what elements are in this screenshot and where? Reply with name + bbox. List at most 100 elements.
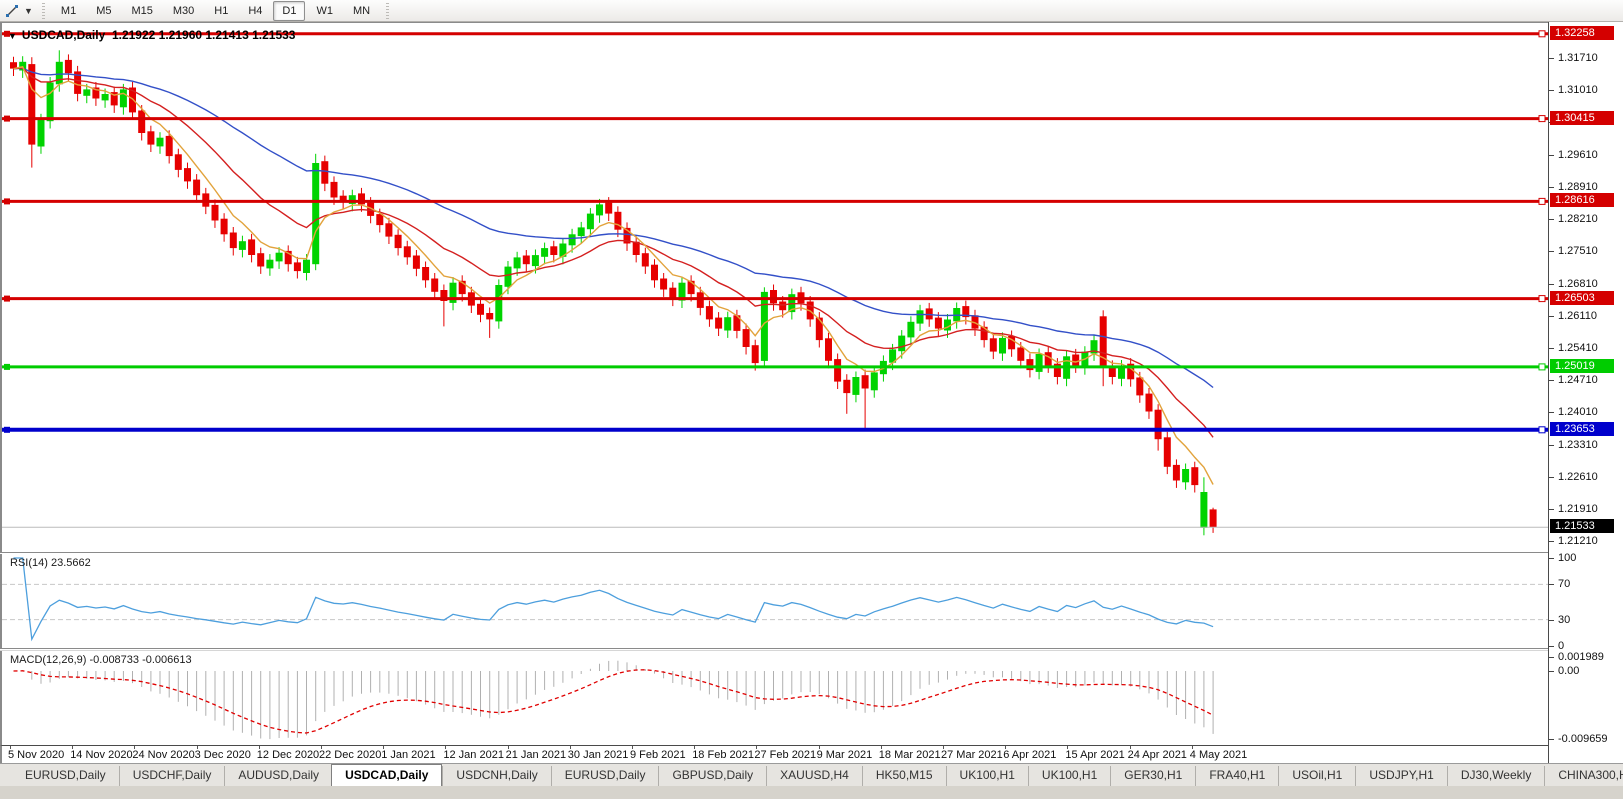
price-tick-label: 1.24710: [1558, 374, 1598, 387]
chart-tab-EURUSD-Daily[interactable]: EURUSD,Daily: [551, 766, 659, 786]
price-tick-label: 1.27510: [1558, 245, 1598, 258]
price-tick-label: 1.25410: [1558, 342, 1598, 355]
price-tick-mark: [1549, 380, 1554, 381]
chart-tab-AUDUSD-Daily[interactable]: AUDUSD,Daily: [224, 766, 332, 786]
chart-tab-EURUSD-Daily[interactable]: EURUSD,Daily: [12, 766, 119, 786]
date-axis[interactable]: 5 Nov 202014 Nov 202024 Nov 20203 Dec 20…: [0, 745, 1548, 763]
chart-tab-USDJPY-H1[interactable]: USDJPY,H1: [1355, 766, 1446, 786]
macd-values: -0.008733 -0.006613: [89, 654, 191, 666]
chart-tab-USOil-H1[interactable]: USOil,H1: [1278, 766, 1355, 786]
chart-tab-bar: EURUSD,DailyUSDCHF,DailyAUDUSD,DailyUSDC…: [0, 763, 1623, 786]
timeframe-buttons: M1M5M15M30H1H4D1W1MN: [51, 1, 380, 21]
chart-tab-USDCHF-Daily[interactable]: USDCHF,Daily: [119, 766, 225, 786]
chart-tab-HK50-M15[interactable]: HK50,M15: [862, 766, 946, 786]
timeframe-button-H4[interactable]: H4: [239, 1, 271, 21]
macd-tick-mark: [1549, 657, 1554, 658]
date-label: 27 Mar 2021: [941, 749, 1003, 761]
timeframe-button-D1[interactable]: D1: [273, 1, 305, 21]
date-label: 18 Feb 2021: [692, 749, 754, 761]
chart-tab-USDCNH-Daily[interactable]: USDCNH,Daily: [442, 766, 550, 786]
price-line-label: 1.26503: [1550, 291, 1614, 305]
chart-tab-FRA40-H1[interactable]: FRA40,H1: [1195, 766, 1278, 786]
price-tick-mark: [1549, 445, 1554, 446]
rsi-value: 23.5662: [51, 557, 91, 569]
price-tick-label: 1.31010: [1558, 84, 1598, 97]
price-tick-mark: [1549, 541, 1554, 542]
macd-tick-mark: [1549, 739, 1554, 740]
chart-tab-DJ30-Weekly[interactable]: DJ30,Weekly: [1447, 766, 1544, 786]
price-axis[interactable]: 1.317101.310101.303101.296101.289101.282…: [1548, 22, 1623, 763]
date-label: 9 Mar 2021: [817, 749, 873, 761]
chart-tab-USDCAD-Daily[interactable]: USDCAD,Daily: [331, 764, 442, 786]
chart-tab-GER30-H1[interactable]: GER30,H1: [1110, 766, 1195, 786]
macd-tick-label: 0.001989: [1558, 651, 1604, 664]
date-label: 22 Dec 2020: [319, 749, 381, 761]
macd-label: MACD(12,26,9) -0.008733 -0.006613: [10, 654, 192, 666]
price-tick-label: 1.21910: [1558, 503, 1598, 516]
toolbar-grip: [386, 3, 389, 19]
rsi-chart: [2, 554, 1550, 648]
timeframe-button-H1[interactable]: H1: [205, 1, 237, 21]
current-price-label: 1.21533: [1550, 519, 1614, 533]
date-label: 30 Jan 2021: [568, 749, 629, 761]
timeframe-button-M5[interactable]: M5: [87, 1, 120, 21]
date-label: 24 Apr 2021: [1128, 749, 1187, 761]
price-tick-mark: [1549, 316, 1554, 317]
timeframe-toolbar: ▼ M1M5M15M30H1H4D1W1MN: [0, 0, 1623, 22]
chart-tab-GBPUSD-Daily[interactable]: GBPUSD,Daily: [658, 766, 766, 786]
price-tick-mark: [1549, 348, 1554, 349]
date-label: 9 Feb 2021: [630, 749, 686, 761]
price-tick-mark: [1549, 187, 1554, 188]
date-label: 5 Nov 2020: [8, 749, 64, 761]
price-tick-label: 1.22610: [1558, 471, 1598, 484]
price-tick-label: 1.29610: [1558, 149, 1598, 162]
chart-tab-XAUUSD-H4[interactable]: XAUUSD,H4: [766, 766, 862, 786]
chart-plot-area[interactable]: ▼USDCAD,Daily 1.21922 1.21960 1.21413 1.…: [0, 22, 1548, 552]
rsi-tick-mark: [1549, 620, 1554, 621]
toolbar-grip: [42, 3, 45, 19]
chart-tab-CHINA300-H1[interactable]: CHINA300,H1: [1544, 766, 1623, 786]
timeframe-button-M1[interactable]: M1: [52, 1, 85, 21]
timeframe-button-M15[interactable]: M15: [122, 1, 161, 21]
price-tick-mark: [1549, 251, 1554, 252]
price-tick-label: 1.21210: [1558, 535, 1598, 548]
price-line-label: 1.30415: [1550, 111, 1614, 125]
price-line-label: 1.25019: [1550, 359, 1614, 373]
price-tick-label: 1.24010: [1558, 406, 1598, 419]
price-line-label: 1.23653: [1550, 422, 1614, 436]
price-tick-mark: [1549, 58, 1554, 59]
chart-tab-UK100-H1[interactable]: UK100,H1: [1028, 766, 1110, 786]
price-tick-mark: [1549, 90, 1554, 91]
chart-collapse-caret[interactable]: ▼: [8, 31, 17, 41]
price-tick-mark: [1549, 155, 1554, 156]
timeframe-button-M30[interactable]: M30: [164, 1, 203, 21]
price-tick-label: 1.26110: [1558, 310, 1597, 323]
rsi-panel[interactable]: RSI(14) 23.5662: [0, 554, 1548, 648]
price-tick-mark: [1549, 412, 1554, 413]
rsi-tick-mark: [1549, 646, 1554, 647]
date-label: 14 Nov 2020: [70, 749, 132, 761]
rsi-tick-mark: [1549, 584, 1554, 585]
macd-chart: [2, 651, 1550, 745]
timeframe-button-W1[interactable]: W1: [307, 1, 342, 21]
macd-panel[interactable]: MACD(12,26,9) -0.008733 -0.006613: [0, 651, 1548, 745]
line-studies-icon[interactable]: [3, 2, 21, 20]
date-label: 18 Mar 2021: [879, 749, 941, 761]
price-line-label: 1.32258: [1550, 26, 1614, 40]
macd-tick-label: 0.00: [1558, 665, 1579, 678]
price-tick-mark: [1549, 284, 1554, 285]
rsi-tick-mark: [1549, 558, 1554, 559]
date-label: 3 Dec 2020: [195, 749, 251, 761]
date-label: 6 Apr 2021: [1003, 749, 1056, 761]
rsi-label: RSI(14) 23.5662: [10, 557, 91, 569]
chart-symbol: USDCAD,Daily: [22, 28, 105, 42]
date-label: 27 Feb 2021: [754, 749, 816, 761]
chart-tab-UK100-H1[interactable]: UK100,H1: [946, 766, 1028, 786]
price-tick-label: 1.26810: [1558, 278, 1598, 291]
price-tick-mark: [1549, 477, 1554, 478]
date-label: 4 May 2021: [1190, 749, 1247, 761]
candlestick-chart: [2, 23, 1550, 553]
tool-dropdown-caret[interactable]: ▼: [21, 6, 36, 16]
price-tick-mark: [1549, 219, 1554, 220]
timeframe-button-MN[interactable]: MN: [344, 1, 379, 21]
